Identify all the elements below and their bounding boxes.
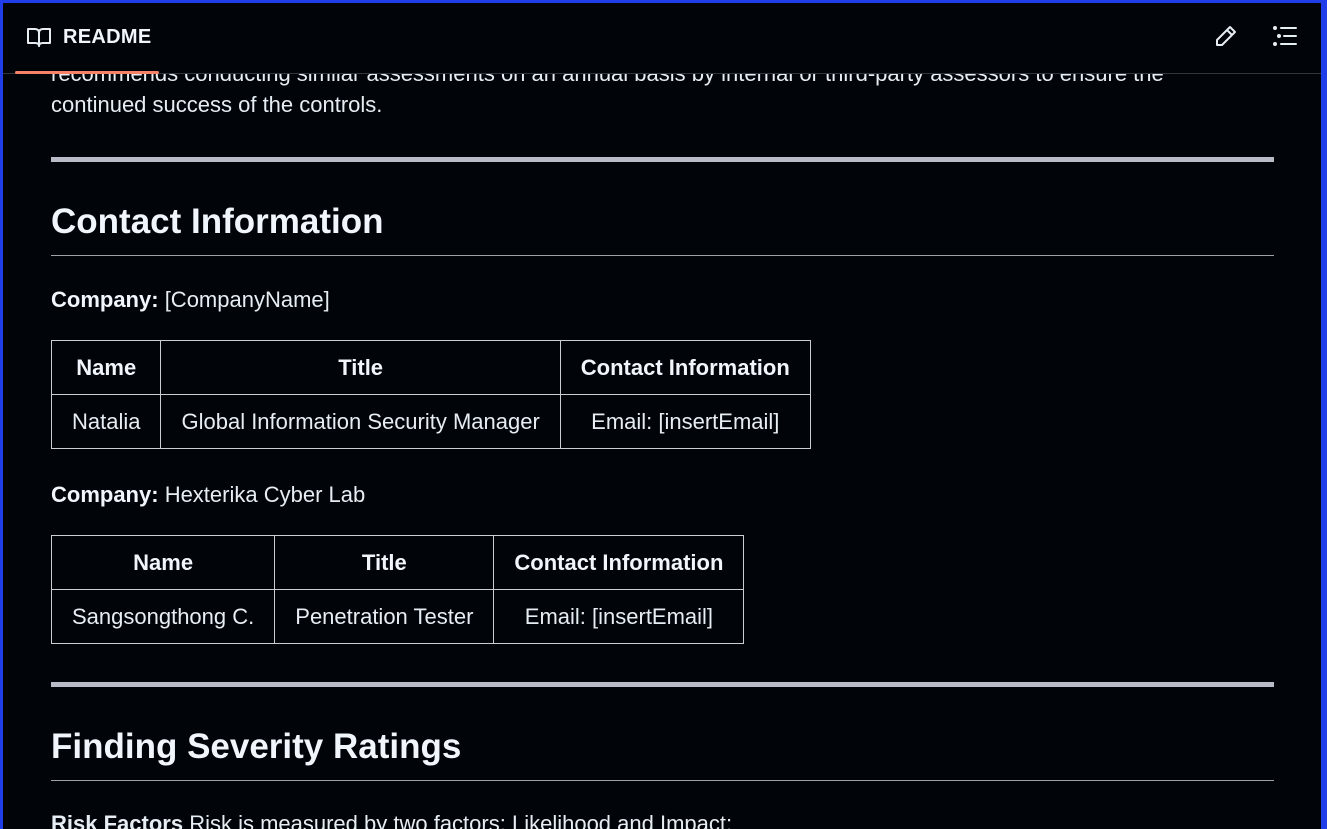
risk-factors-line: Risk Factors Risk is measured by two fac… — [51, 811, 732, 829]
contact-table-2: Name Title Contact Information Sangsongt… — [50, 535, 745, 644]
pencil-icon — [1214, 24, 1238, 53]
column-header-title: Title — [274, 535, 495, 590]
column-header-contact: Contact Information — [559, 340, 811, 395]
heading-underline — [51, 780, 1274, 781]
contact-table-1: Name Title Contact Information Natalia G… — [50, 340, 811, 449]
section-divider — [51, 157, 1274, 162]
table-header-row: Name Title Contact Information — [50, 535, 745, 590]
cell-contact: Email: [insertEmail] — [493, 589, 745, 644]
column-header-name: Name — [50, 340, 162, 395]
cell-contact: Email: [insertEmail] — [559, 394, 811, 449]
tab-readme[interactable]: README — [15, 3, 159, 74]
section-divider — [51, 682, 1274, 687]
cell-title: Global Information Security Manager — [160, 394, 561, 449]
column-header-contact: Contact Information — [493, 535, 745, 590]
list-icon — [1273, 25, 1297, 52]
risk-factors-text: Risk is measured by two factors: Likelih… — [189, 811, 733, 829]
table-of-contents-button[interactable] — [1270, 23, 1300, 53]
company-label: Company: — [51, 482, 159, 507]
company-name: [CompanyName] — [164, 287, 330, 312]
cell-name: Natalia — [50, 394, 162, 449]
book-icon — [27, 26, 51, 48]
active-tab-indicator — [15, 71, 159, 74]
column-header-name: Name — [50, 535, 276, 590]
company-line-2: Company: Hexterika Cyber Lab — [51, 482, 365, 508]
paragraph-last-line: continued success of the controls. — [51, 92, 383, 117]
company-label: Company: — [51, 287, 159, 312]
cell-title: Penetration Tester — [274, 589, 495, 644]
readme-header-bar: README — [3, 3, 1321, 74]
heading-underline — [51, 255, 1274, 256]
tab-readme-label: README — [63, 26, 152, 48]
heading-contact-information: Contact Information — [51, 202, 384, 241]
readme-panel: recommends conducting similar assessment… — [3, 3, 1321, 829]
table-header-row: Name Title Contact Information — [50, 340, 811, 395]
table-row: Sangsongthong C. Penetration Tester Emai… — [50, 589, 745, 644]
heading-finding-severity-ratings: Finding Severity Ratings — [51, 727, 462, 766]
company-line-1: Company: [CompanyName] — [51, 287, 330, 313]
cell-name: Sangsongthong C. — [50, 589, 276, 644]
company-name: Hexterika Cyber Lab — [164, 482, 366, 507]
edit-file-button[interactable] — [1211, 23, 1241, 53]
risk-factors-label: Risk Factors — [51, 811, 184, 829]
table-row: Natalia Global Information Security Mana… — [50, 394, 811, 449]
column-header-title: Title — [160, 340, 561, 395]
